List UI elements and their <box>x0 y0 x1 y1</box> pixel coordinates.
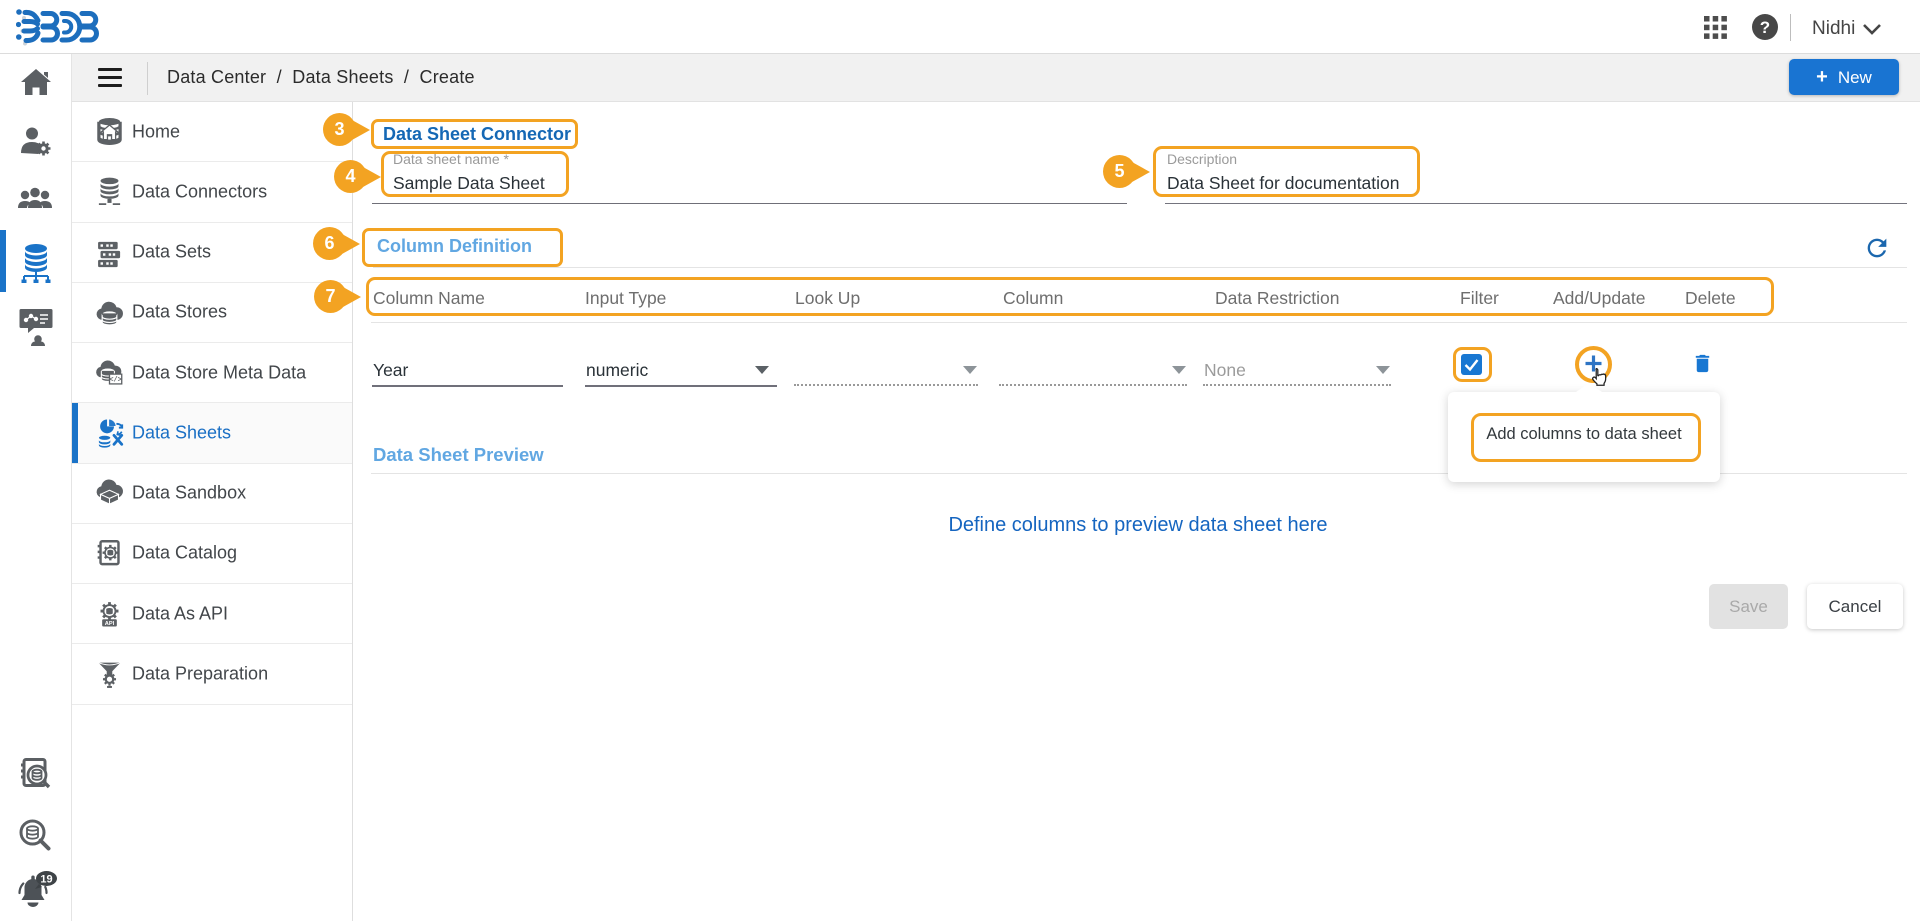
svg-text:?: ? <box>1760 18 1770 37</box>
svg-text:19: 19 <box>40 874 52 886</box>
svg-text:API: API <box>104 621 114 627</box>
svg-text:</>: </> <box>109 377 121 385</box>
